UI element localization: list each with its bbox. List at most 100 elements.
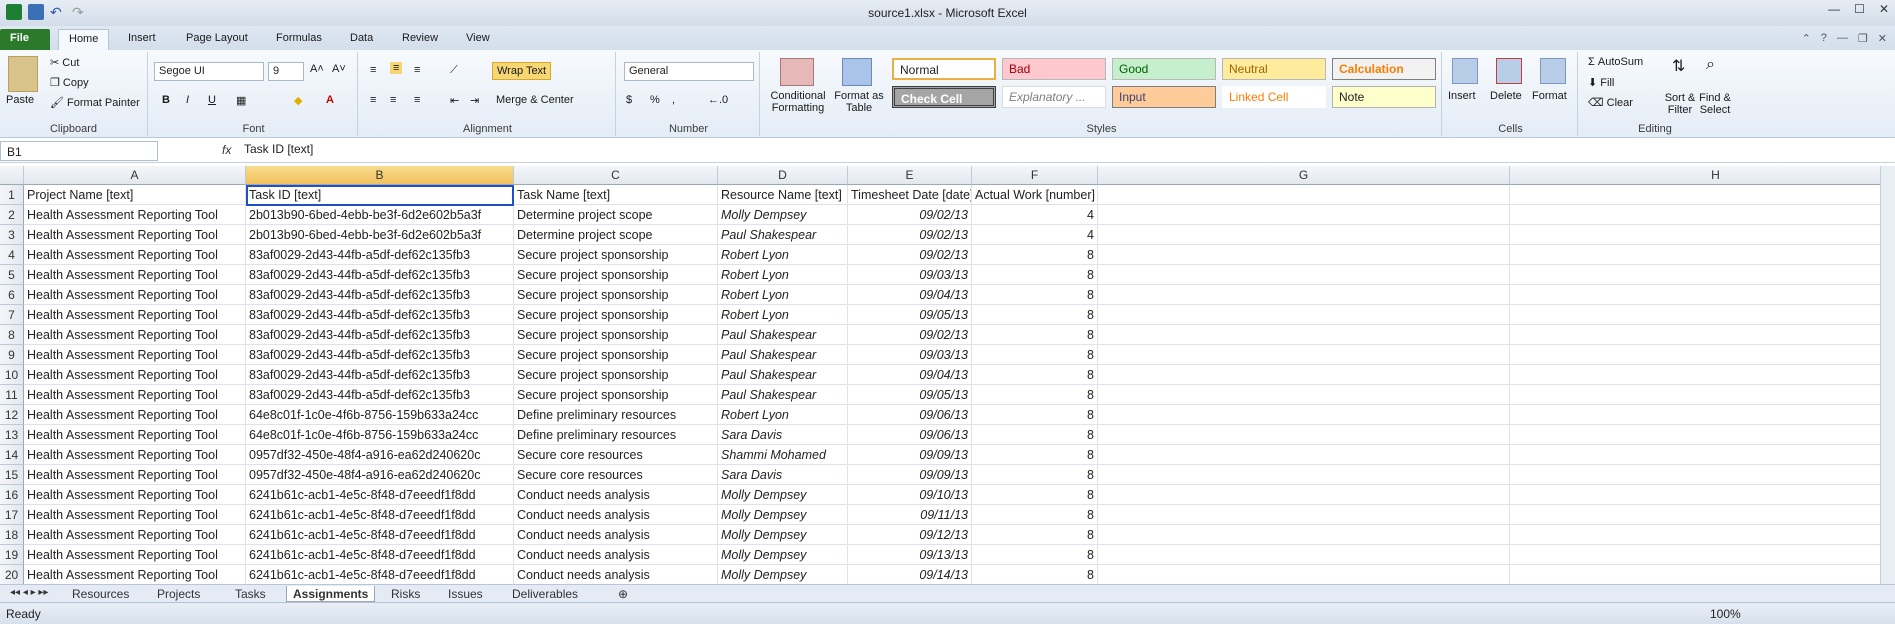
- row-header[interactable]: 2: [0, 205, 24, 225]
- cell[interactable]: Robert Lyon: [718, 305, 848, 325]
- cell[interactable]: [1098, 285, 1510, 305]
- align-top-icon[interactable]: ≡: [370, 64, 376, 76]
- cell[interactable]: [1098, 345, 1510, 365]
- cell[interactable]: 09/10/13: [848, 485, 972, 505]
- cell[interactable]: 8: [972, 385, 1098, 405]
- cell[interactable]: [1098, 565, 1510, 584]
- cell[interactable]: Conduct needs analysis: [514, 545, 718, 565]
- cell[interactable]: [1098, 365, 1510, 385]
- column-header-c[interactable]: C: [514, 166, 718, 185]
- cell[interactable]: 4: [972, 225, 1098, 245]
- cell[interactable]: Health Assessment Reporting Tool: [24, 245, 246, 265]
- row-header[interactable]: 17: [0, 505, 24, 525]
- tab-insert[interactable]: Insert: [118, 29, 166, 50]
- cell[interactable]: [1098, 245, 1510, 265]
- cell[interactable]: 8: [972, 525, 1098, 545]
- cell[interactable]: Paul Shakespear: [718, 225, 848, 245]
- align-bottom-icon[interactable]: ≡: [414, 64, 420, 76]
- cell[interactable]: Secure core resources: [514, 465, 718, 485]
- delete-button[interactable]: Delete: [1490, 90, 1522, 102]
- cell[interactable]: Health Assessment Reporting Tool: [24, 545, 246, 565]
- cell[interactable]: [1510, 325, 1880, 345]
- cell[interactable]: 09/03/13: [848, 265, 972, 285]
- tab-page-layout[interactable]: Page Layout: [176, 29, 258, 50]
- cell[interactable]: Health Assessment Reporting Tool: [24, 505, 246, 525]
- cell[interactable]: Secure project sponsorship: [514, 345, 718, 365]
- style-linked-cell[interactable]: Linked Cell: [1222, 86, 1326, 108]
- cell[interactable]: [1510, 305, 1880, 325]
- row-header[interactable]: 4: [0, 245, 24, 265]
- row-header[interactable]: 5: [0, 265, 24, 285]
- column-header-g[interactable]: G: [1098, 166, 1510, 185]
- cell[interactable]: Determine project scope: [514, 225, 718, 245]
- cell[interactable]: 8: [972, 485, 1098, 505]
- cell[interactable]: Timesheet Date [date]: [848, 185, 972, 205]
- cell[interactable]: [1098, 225, 1510, 245]
- cell[interactable]: 09/09/13: [848, 465, 972, 485]
- cell[interactable]: Robert Lyon: [718, 265, 848, 285]
- cell[interactable]: [1510, 405, 1880, 425]
- format-as-table-button[interactable]: Format as Table: [834, 90, 884, 114]
- cell[interactable]: [1098, 185, 1510, 205]
- cell[interactable]: 09/04/13: [848, 365, 972, 385]
- cell[interactable]: 2b013b90-6bed-4ebb-be3f-6d2e602b5a3f: [246, 225, 514, 245]
- cell[interactable]: [1510, 565, 1880, 584]
- style-bad[interactable]: Bad: [1002, 58, 1106, 80]
- cell[interactable]: Secure project sponsorship: [514, 325, 718, 345]
- cell[interactable]: [1098, 505, 1510, 525]
- cell[interactable]: Paul Shakespear: [718, 365, 848, 385]
- cell[interactable]: Molly Dempsey: [718, 485, 848, 505]
- align-left-icon[interactable]: ≡: [370, 94, 376, 106]
- doc-close-icon[interactable]: ✕: [1878, 32, 1887, 45]
- cell[interactable]: Sara Davis: [718, 425, 848, 445]
- tab-home[interactable]: Home: [58, 29, 110, 50]
- font-name-select[interactable]: Segoe UI: [154, 62, 264, 81]
- tab-data[interactable]: Data: [340, 29, 383, 50]
- cell[interactable]: Health Assessment Reporting Tool: [24, 485, 246, 505]
- cell[interactable]: [1510, 285, 1880, 305]
- cell[interactable]: 8: [972, 405, 1098, 425]
- cell[interactable]: 09/06/13: [848, 425, 972, 445]
- cell[interactable]: Conduct needs analysis: [514, 505, 718, 525]
- minimize-icon[interactable]: —: [1828, 2, 1840, 16]
- cell[interactable]: 83af0029-2d43-44fb-a5df-def62c135fb3: [246, 385, 514, 405]
- cell[interactable]: Task Name [text]: [514, 185, 718, 205]
- cell[interactable]: 83af0029-2d43-44fb-a5df-def62c135fb3: [246, 245, 514, 265]
- cell[interactable]: Secure project sponsorship: [514, 365, 718, 385]
- row-header[interactable]: 1: [0, 185, 24, 205]
- cell[interactable]: Health Assessment Reporting Tool: [24, 265, 246, 285]
- cell[interactable]: Molly Dempsey: [718, 545, 848, 565]
- cell[interactable]: Shammi Mohamed: [718, 445, 848, 465]
- cell[interactable]: [1098, 485, 1510, 505]
- fill-color-icon[interactable]: ◆: [294, 94, 302, 107]
- column-header-f[interactable]: F: [972, 166, 1098, 185]
- cell[interactable]: 09/02/13: [848, 245, 972, 265]
- cell[interactable]: Health Assessment Reporting Tool: [24, 565, 246, 584]
- cell[interactable]: Robert Lyon: [718, 405, 848, 425]
- comma-button[interactable]: ,: [672, 94, 675, 106]
- row-header[interactable]: 16: [0, 485, 24, 505]
- cell[interactable]: [1510, 185, 1880, 205]
- row-header[interactable]: 6: [0, 285, 24, 305]
- style-calculation[interactable]: Calculation: [1332, 58, 1436, 80]
- sheet-tab-tasks[interactable]: Tasks: [229, 586, 272, 602]
- paste-button[interactable]: Paste: [6, 94, 34, 106]
- name-box[interactable]: B1: [0, 141, 158, 161]
- cell[interactable]: [1510, 265, 1880, 285]
- cell[interactable]: Secure project sponsorship: [514, 265, 718, 285]
- fx-icon[interactable]: fx: [222, 143, 231, 157]
- column-header-a[interactable]: A: [24, 166, 246, 185]
- cell[interactable]: Health Assessment Reporting Tool: [24, 225, 246, 245]
- cell[interactable]: [1510, 445, 1880, 465]
- cell[interactable]: [1510, 385, 1880, 405]
- cell[interactable]: 8: [972, 345, 1098, 365]
- cell[interactable]: Project Name [text]: [24, 185, 246, 205]
- cell[interactable]: 09/09/13: [848, 445, 972, 465]
- sheet-tab-issues[interactable]: Issues: [442, 586, 489, 602]
- row-header[interactable]: 3: [0, 225, 24, 245]
- cell[interactable]: Health Assessment Reporting Tool: [24, 525, 246, 545]
- increase-indent-icon[interactable]: ⇥: [470, 94, 479, 107]
- tab-file[interactable]: File: [0, 29, 50, 50]
- column-header-d[interactable]: D: [718, 166, 848, 185]
- cell[interactable]: Health Assessment Reporting Tool: [24, 345, 246, 365]
